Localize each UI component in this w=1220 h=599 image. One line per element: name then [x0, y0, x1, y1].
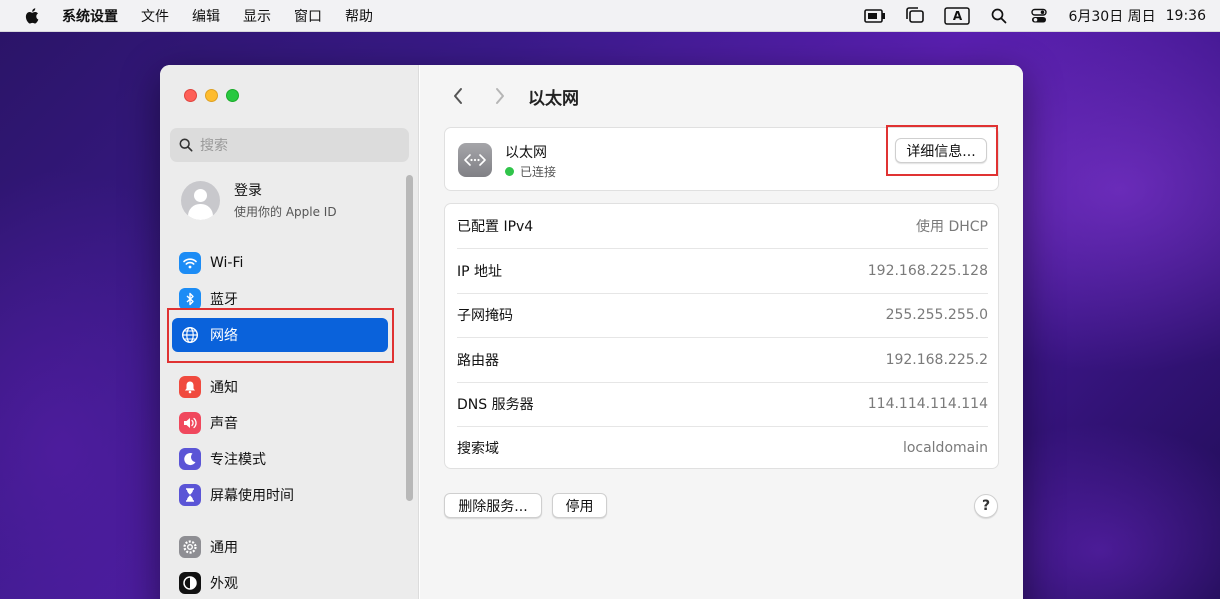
info-row-label: IP 地址	[457, 264, 503, 280]
page-title: 以太网	[528, 88, 579, 109]
info-row-ip-address: IP 地址 192.168.225.128	[457, 249, 988, 293]
menu-file[interactable]: 文件	[141, 6, 169, 26]
sidebar-item-label: 外观	[210, 576, 238, 592]
info-row-value: 114.114.114.114	[867, 396, 988, 412]
menu-edit[interactable]: 编辑	[192, 6, 220, 26]
search-placeholder: 搜索	[200, 138, 228, 154]
info-row-value: 192.168.225.128	[867, 263, 988, 279]
info-row-dns: DNS 服务器 114.114.114.114	[457, 382, 988, 426]
search-icon	[179, 138, 193, 152]
input-source-icon[interactable]: A	[944, 7, 971, 25]
info-row-value: localdomain	[902, 440, 988, 456]
sidebar-item-focus[interactable]: 专注模式	[172, 442, 388, 476]
moon-icon	[179, 448, 201, 470]
info-row-router: 路由器 192.168.225.2	[457, 338, 988, 382]
sidebar-scrollbar[interactable]	[406, 175, 413, 501]
info-row-label: 子网掩码	[457, 308, 513, 324]
ethernet-icon	[458, 143, 492, 177]
zoom-button[interactable]	[226, 89, 239, 102]
hourglass-icon	[179, 484, 201, 506]
chevron-right-icon	[496, 88, 504, 104]
menubar-date[interactable]: 6月30日 周日	[1068, 6, 1155, 26]
stage-manager-icon[interactable]	[904, 7, 926, 25]
back-button[interactable]	[444, 83, 472, 109]
sidebar-search-field[interactable]: 搜索	[170, 128, 409, 162]
wifi-icon	[179, 252, 201, 274]
connected-status-dot	[505, 167, 514, 176]
sidebar-item-label: 蓝牙	[210, 292, 238, 308]
forward-button[interactable]	[486, 83, 514, 109]
info-row-ipv4: 已配置 IPv4 使用 DHCP	[457, 204, 988, 248]
close-button[interactable]	[184, 89, 197, 102]
input-source-label: A	[952, 9, 963, 23]
sidebar-item-label: 通用	[210, 540, 238, 556]
sidebar-item-general[interactable]: 通用	[172, 530, 388, 564]
service-status: 已连接	[505, 163, 556, 180]
info-row-value: 192.168.225.2	[885, 352, 988, 368]
sidebar-item-appearance[interactable]: 外观	[172, 566, 388, 599]
sidebar-item-label: 屏幕使用时间	[210, 488, 294, 504]
info-row-label: 搜索域	[457, 441, 499, 457]
sidebar: 搜索 登录 使用你的 Apple ID Wi-Fi 蓝牙 网络 通知 声音 专注…	[160, 65, 419, 599]
menu-view[interactable]: 显示	[243, 6, 271, 26]
avatar	[181, 180, 220, 220]
help-button[interactable]: ?	[974, 494, 998, 518]
sidebar-item-label: 声音	[210, 416, 238, 432]
sidebar-item-notifications[interactable]: 通知	[172, 370, 388, 404]
apple-id-signin[interactable]: 登录 使用你的 Apple ID	[181, 180, 337, 220]
speaker-icon	[179, 412, 201, 434]
network-highlight-box	[167, 308, 394, 363]
menubar-time[interactable]: 19:36	[1166, 8, 1206, 24]
screen-mirroring-icon[interactable]	[864, 7, 886, 25]
info-row-label: DNS 服务器	[457, 397, 534, 413]
sidebar-item-screen-time[interactable]: 屏幕使用时间	[172, 478, 388, 512]
info-row-label: 已配置 IPv4	[457, 219, 534, 235]
menu-app-name[interactable]: 系统设置	[62, 6, 118, 26]
navigation-bar: 以太网	[444, 83, 579, 109]
sidebar-item-label: 通知	[210, 380, 238, 396]
sidebar-item-wifi[interactable]: Wi-Fi	[172, 246, 388, 280]
account-subtitle: 使用你的 Apple ID	[234, 205, 337, 219]
details-highlight-box	[886, 125, 998, 176]
main-pane: 以太网 以太网 已连接 详细信息... 已配置 IPv4 使用 DHCP IP …	[420, 65, 1023, 599]
bell-icon	[179, 376, 201, 398]
info-row-label: 路由器	[457, 353, 499, 369]
control-center-icon[interactable]	[1028, 7, 1050, 25]
sidebar-item-label: 专注模式	[210, 452, 266, 468]
menu-window[interactable]: 窗口	[294, 6, 322, 26]
window-controls	[184, 89, 239, 102]
appearance-icon	[179, 572, 201, 594]
info-row-value: 255.255.255.0	[885, 307, 988, 323]
bluetooth-icon	[179, 288, 201, 310]
network-info-card: 已配置 IPv4 使用 DHCP IP 地址 192.168.225.128 子…	[444, 203, 999, 469]
service-name: 以太网	[505, 145, 547, 161]
menu-bar: 系统设置 文件 编辑 显示 窗口 帮助 A 6月30日 周日 19:36	[0, 0, 1220, 32]
gear-icon	[179, 536, 201, 558]
menu-help[interactable]: 帮助	[345, 6, 373, 26]
service-status-text: 已连接	[520, 165, 557, 179]
sidebar-item-label: Wi-Fi	[210, 255, 244, 271]
apple-menu-icon[interactable]	[24, 7, 42, 25]
minimize-button[interactable]	[205, 89, 218, 102]
spotlight-search-icon[interactable]	[988, 7, 1010, 25]
info-row-subnet-mask: 子网掩码 255.255.255.0	[457, 293, 988, 337]
disable-button[interactable]: 停用	[552, 493, 607, 518]
info-row-search-domain: 搜索域 localdomain	[457, 426, 988, 470]
info-row-value: 使用 DHCP	[916, 219, 988, 235]
chevron-left-icon	[454, 88, 462, 104]
delete-service-button[interactable]: 删除服务...	[444, 493, 542, 518]
account-title: 登录	[234, 183, 262, 199]
service-card: 以太网 已连接 详细信息...	[444, 125, 999, 191]
sidebar-item-sound[interactable]: 声音	[172, 406, 388, 440]
system-settings-window: 搜索 登录 使用你的 Apple ID Wi-Fi 蓝牙 网络 通知 声音 专注…	[160, 65, 1023, 599]
